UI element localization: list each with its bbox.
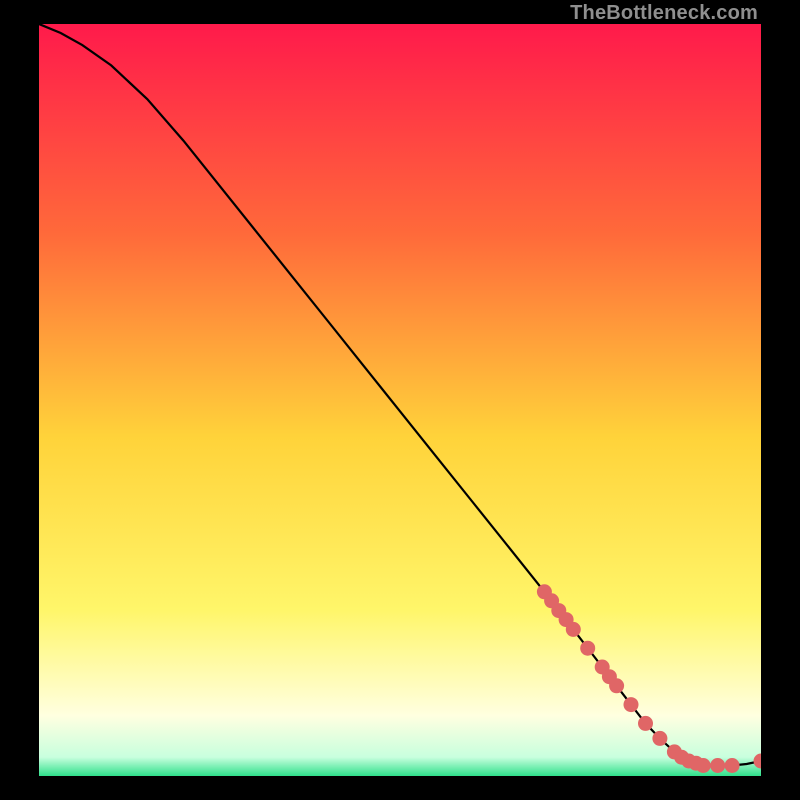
data-marker [609, 678, 624, 693]
data-marker [580, 641, 595, 656]
chart-frame [39, 24, 761, 776]
data-marker [696, 758, 711, 773]
data-marker [638, 716, 653, 731]
data-marker [566, 622, 581, 637]
bottleneck-chart [39, 24, 761, 776]
watermark-text: TheBottleneck.com [570, 2, 758, 25]
data-marker [710, 758, 725, 773]
data-marker [624, 697, 639, 712]
data-marker [652, 731, 667, 746]
gradient-background [39, 24, 761, 776]
data-marker [725, 758, 740, 773]
